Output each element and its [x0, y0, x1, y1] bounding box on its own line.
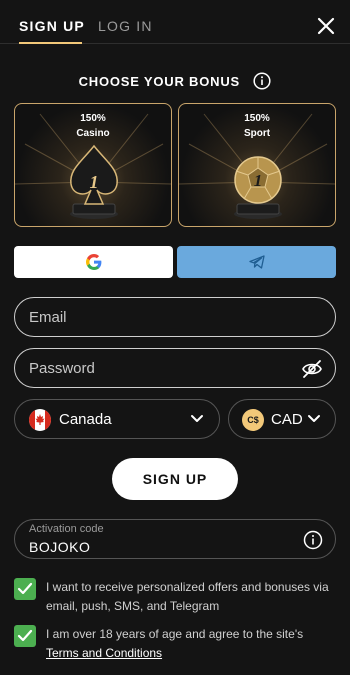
sport-rank: 1: [254, 171, 263, 190]
active-tab-indicator: [19, 42, 82, 44]
bonus-card-sport[interactable]: 1 150% Sport: [178, 103, 336, 227]
info-icon[interactable]: [303, 530, 323, 550]
checkmark-icon: [17, 582, 33, 595]
offers-consent-text: I want to receive personalized offers an…: [46, 580, 329, 613]
sport-label: Sport: [243, 128, 271, 139]
telegram-signin-button[interactable]: [177, 246, 336, 278]
casino-percent: 150%: [80, 113, 106, 124]
casino-rank: 1: [90, 172, 99, 192]
country-value: Canada: [59, 411, 112, 428]
tab-sign-up[interactable]: SIGN UP: [19, 18, 85, 34]
canada-flag-icon: [29, 409, 51, 431]
activation-code-label: Activation code: [29, 523, 104, 535]
currency-select[interactable]: C$ CAD: [228, 399, 336, 439]
terms-link[interactable]: Terms and Conditions: [46, 646, 162, 660]
google-signin-button[interactable]: [14, 246, 173, 278]
activation-code-input[interactable]: [29, 538, 289, 556]
offers-consent-checkbox[interactable]: [14, 578, 36, 600]
sport-percent: 150%: [244, 113, 270, 124]
age-consent-text: I am over 18 years of age and agree to t…: [46, 625, 336, 663]
currency-coin-icon: C$: [242, 409, 264, 431]
checkmark-icon: [17, 629, 33, 642]
activation-code-field: Activation code: [14, 519, 336, 559]
password-input[interactable]: [29, 349, 299, 387]
eye-slash-icon[interactable]: [301, 358, 323, 380]
close-icon[interactable]: [316, 16, 336, 36]
bonus-card-casino[interactable]: 1 150% Casino: [14, 103, 172, 227]
tab-bar: SIGN UP LOG IN: [0, 0, 350, 44]
casino-label: Casino: [76, 128, 110, 139]
chevron-down-icon: [308, 415, 320, 422]
sign-up-button[interactable]: SIGN UP: [112, 458, 238, 500]
email-input[interactable]: [29, 298, 299, 336]
chevron-down-icon: [191, 415, 203, 422]
bonus-heading: CHOOSE YOUR BONUS: [0, 72, 350, 90]
country-select[interactable]: Canada: [14, 399, 220, 439]
age-consent-label: I am over 18 years of age and agree to t…: [46, 627, 304, 641]
email-field: [14, 297, 336, 337]
info-icon[interactable]: [253, 72, 271, 90]
password-field: [14, 348, 336, 388]
bonus-heading-text: CHOOSE YOUR BONUS: [78, 73, 240, 89]
tab-log-in[interactable]: LOG IN: [98, 18, 153, 34]
currency-value: CAD: [271, 411, 303, 428]
google-icon: [85, 254, 101, 270]
telegram-icon: [248, 255, 265, 269]
age-consent-checkbox[interactable]: [14, 625, 36, 647]
